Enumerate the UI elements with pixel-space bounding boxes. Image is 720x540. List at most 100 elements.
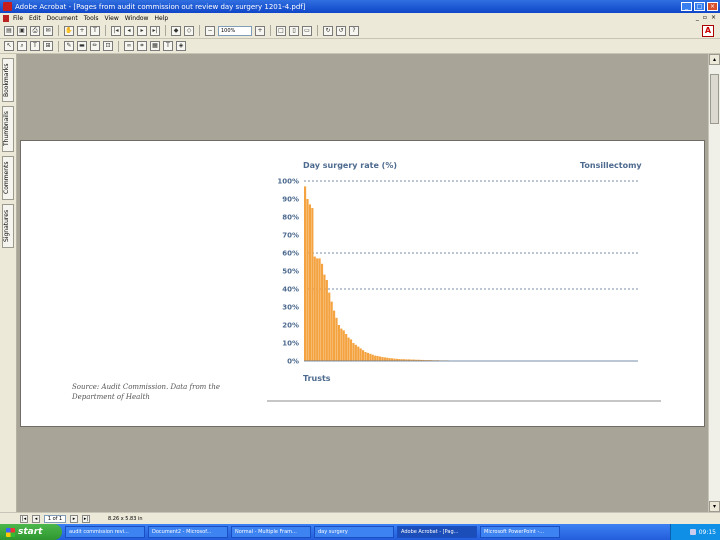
- tab-bookmarks[interactable]: Bookmarks: [2, 58, 14, 102]
- fit-width-icon[interactable]: ▭: [302, 25, 312, 36]
- menu-tools[interactable]: Tools: [84, 15, 99, 22]
- find-icon[interactable]: ⌕: [17, 41, 27, 51]
- menu-file[interactable]: File: [13, 15, 23, 22]
- status-next-page-icon[interactable]: ▸: [70, 514, 78, 523]
- email-icon[interactable]: ✉: [43, 25, 53, 36]
- bar: [391, 358, 394, 361]
- pdf-page: Day surgery rate (%) Tonsillectomy 0% 10%…: [20, 140, 705, 427]
- save-icon[interactable]: ▣: [17, 25, 27, 36]
- touchup-text-icon[interactable]: T: [163, 41, 173, 51]
- bar: [376, 355, 379, 361]
- go-forward-icon[interactable]: ◇: [184, 25, 194, 36]
- window-title: Adobe Acrobat - [Pages from audit commis…: [15, 2, 306, 11]
- bar: [383, 357, 386, 361]
- scroll-down-arrow-icon[interactable]: ▾: [709, 501, 720, 512]
- taskbar-item[interactable]: day surgery: [314, 526, 394, 538]
- chart-title: Day surgery rate (%): [303, 161, 397, 170]
- bar: [388, 358, 391, 361]
- y-axis-ticks: 0% 10% 20% 30% 40% 50% 60% 70% 80% 90% 100%: [277, 178, 299, 366]
- minimize-button[interactable]: _: [681, 2, 692, 11]
- open-icon[interactable]: ▤: [4, 25, 14, 36]
- windows-flag-icon: [6, 527, 15, 537]
- bar: [330, 301, 333, 361]
- last-page-icon[interactable]: ▸|: [150, 25, 160, 36]
- tab-comments[interactable]: Comments: [2, 156, 14, 200]
- bar: [364, 352, 367, 361]
- print-icon[interactable]: ⎙: [30, 25, 40, 36]
- maximize-button[interactable]: □: [694, 2, 705, 11]
- vertical-scrollbar[interactable]: ▴ ▾: [708, 54, 720, 512]
- zoom-level-input[interactable]: 100%: [218, 25, 252, 36]
- text-select-icon[interactable]: T: [30, 41, 40, 51]
- stamp-tool-icon[interactable]: ⊡: [103, 41, 113, 51]
- tab-thumbnails[interactable]: Thumbnails: [2, 106, 14, 152]
- close-button[interactable]: ×: [707, 2, 718, 11]
- bar: [308, 204, 312, 361]
- hand-tool-icon[interactable]: ✋: [64, 25, 74, 36]
- form-tool-icon[interactable]: ▦: [150, 41, 160, 51]
- bar: [320, 263, 324, 361]
- menu-document[interactable]: Document: [47, 15, 78, 22]
- clock: 09:15: [698, 528, 716, 536]
- menu-view[interactable]: View: [105, 15, 119, 22]
- bar: [381, 357, 384, 361]
- page-number-field[interactable]: 1 of 1: [44, 514, 66, 523]
- bar: [342, 330, 345, 361]
- select-text-icon[interactable]: T: [90, 25, 100, 36]
- bar: [313, 256, 316, 361]
- scroll-up-arrow-icon[interactable]: ▴: [709, 54, 720, 65]
- bar: [378, 356, 382, 361]
- bars: [304, 186, 449, 361]
- touchup-object-icon[interactable]: ◈: [176, 41, 186, 51]
- previous-page-icon[interactable]: ◂: [124, 25, 134, 36]
- zoom-out-icon[interactable]: −: [205, 25, 215, 36]
- tray-icon[interactable]: [689, 529, 696, 535]
- link-tool-icon[interactable]: ∞: [124, 41, 134, 51]
- document-icon: [3, 14, 9, 22]
- menu-help[interactable]: Help: [154, 15, 168, 22]
- next-page-icon[interactable]: ▸: [137, 25, 147, 36]
- status-bar: |◂ ◂ 1 of 1 ▸ ▸| 8.26 x 5.83 in: [0, 512, 720, 524]
- start-button[interactable]: start: [0, 524, 62, 540]
- first-page-icon[interactable]: |◂: [111, 25, 121, 36]
- bar: [318, 258, 321, 361]
- zoom-tool-icon[interactable]: +: [77, 25, 87, 36]
- status-prev-page-icon[interactable]: ◂: [32, 514, 40, 523]
- go-back-icon[interactable]: ◆: [171, 25, 181, 36]
- pencil-tool-icon[interactable]: ✏: [90, 41, 100, 51]
- navigation-pane: Bookmarks Thumbnails Comments Signatures: [0, 54, 17, 512]
- taskbar-item[interactable]: Document2 - Microsof...: [148, 526, 228, 538]
- zoom-in-icon[interactable]: +: [255, 25, 265, 36]
- scroll-thumb[interactable]: [710, 74, 719, 124]
- y-tick-label: 20%: [282, 322, 299, 330]
- highlight-tool-icon[interactable]: ▬: [77, 41, 87, 51]
- bar: [357, 346, 360, 361]
- doc-minimize-button[interactable]: _: [696, 14, 699, 21]
- taskbar-item[interactable]: audit commission revi...: [65, 526, 145, 538]
- actual-size-icon[interactable]: □: [276, 25, 286, 36]
- crop-tool-icon[interactable]: ⌗: [137, 41, 147, 51]
- taskbar-item[interactable]: Microsoft PowerPoint -...: [480, 526, 560, 538]
- y-tick-label: 40%: [282, 286, 299, 294]
- rotate-icon[interactable]: ↻: [323, 25, 333, 36]
- help-icon[interactable]: ?: [349, 25, 359, 36]
- y-tick-label: 50%: [282, 268, 299, 276]
- menu-window[interactable]: Window: [125, 15, 149, 22]
- menu-edit[interactable]: Edit: [29, 15, 41, 22]
- taskbar-item[interactable]: Normal - Multiple Fram...: [231, 526, 311, 538]
- status-first-page-icon[interactable]: |◂: [20, 514, 28, 523]
- doc-close-button[interactable]: ×: [711, 14, 716, 21]
- bar: [369, 353, 372, 361]
- tab-signatures[interactable]: Signatures: [2, 204, 14, 248]
- rotate-counter-icon[interactable]: ↺: [336, 25, 346, 36]
- column-select-icon[interactable]: ⊞: [43, 41, 53, 51]
- status-last-page-icon[interactable]: ▸|: [82, 514, 90, 523]
- bar: [306, 199, 309, 361]
- pointer-icon[interactable]: ↖: [4, 41, 14, 51]
- bar: [325, 280, 328, 361]
- taskbar-item-active[interactable]: Adobe Acrobat - [Pag...: [397, 526, 477, 538]
- note-tool-icon[interactable]: ✎: [64, 41, 74, 51]
- acrobat-logo-icon: A: [702, 25, 714, 37]
- doc-restore-button[interactable]: ▫: [703, 14, 707, 21]
- fit-page-icon[interactable]: ▯: [289, 25, 299, 36]
